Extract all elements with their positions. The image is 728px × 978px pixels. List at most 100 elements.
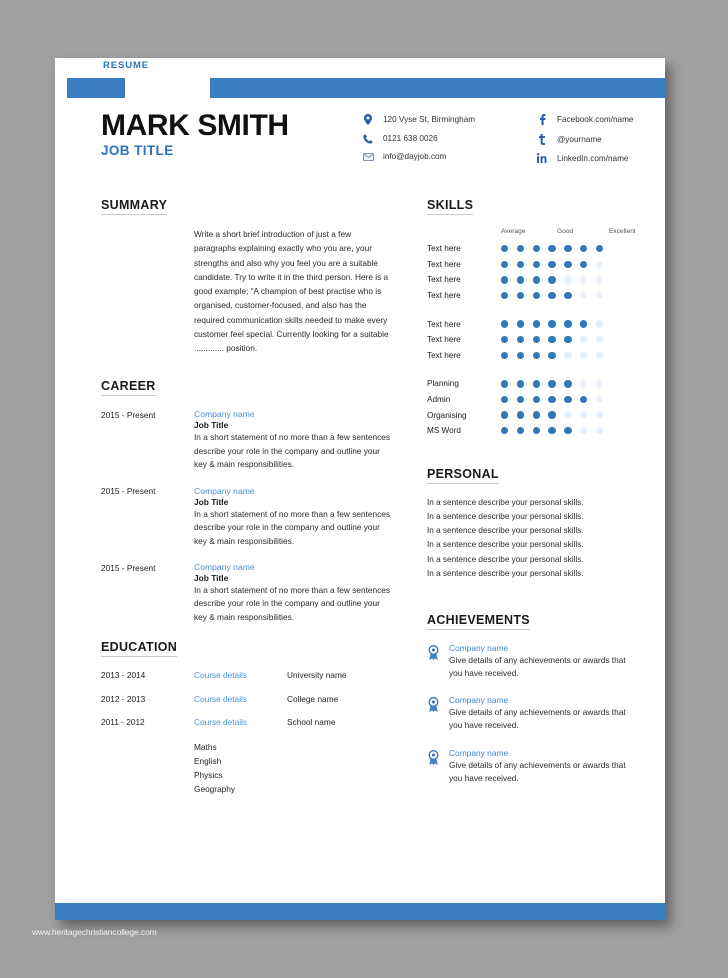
skill-dot [548,260,556,269]
summary-body: Write a short brief introduction of just… [194,229,389,354]
career-company: Company name [194,409,255,420]
contact-address: 120 Vyse St, Birmingham [362,114,512,125]
skill-dot [501,411,509,419]
skill-dot [579,320,588,328]
skill-dot [595,411,604,419]
personal-line: In a sentence describe your personal ski… [427,568,584,578]
achievement-company: Company name [449,695,509,706]
career-detail: Company name Job Title In a short statemen… [194,486,391,548]
personal-line: In a sentence describe your personal ski… [427,540,584,550]
skills-group-gap [427,303,632,316]
career-item: 2015 - Present Company name Job Title In a … [101,486,391,548]
contact-twitter[interactable]: @yourname [536,133,633,145]
skill-dot [564,395,572,404]
banner-segment-left [67,78,125,98]
education-date: 2011 - 2012 [101,717,145,728]
career-list: 2015 - Present Company name Job Title In a … [101,409,391,624]
skill-dot [516,351,525,360]
contact-email: info@dayjob.com [362,152,512,161]
skill-dot [579,291,588,300]
award-ribbon-icon [427,748,440,785]
skill-dot [595,427,604,435]
education-course[interactable]: Course details [194,670,287,680]
top-banner-bar [55,78,665,98]
skill-rating [501,336,604,344]
skill-rating [501,411,604,419]
skill-rating [501,291,604,300]
education-institution: University name [287,670,347,681]
award-ribbon-icon [427,643,440,680]
skill-dot [548,336,556,344]
left-column: SUMMARY Write a short brief introduction… [101,196,391,803]
skill-dot [579,260,588,269]
skill-dot [595,260,604,269]
skill-dot [564,291,572,300]
skill-dot [579,395,588,404]
skill-dot [501,320,509,328]
skill-dot [564,411,572,419]
skill-dot [595,336,604,344]
skill-dot [564,260,572,269]
skill-dot [532,260,540,269]
contact-block: 120 Vyse St, Birmingham 0121 638 0026 in… [362,114,662,163]
achievement-item: Company name Give details of any achievem… [427,643,632,680]
achievement-text: Give details of any achievements or awar… [449,707,626,731]
skill-dot [532,320,540,328]
award-ribbon-icon [427,695,440,732]
skill-row: Text here [427,348,632,364]
contact-phone-text: 0121 638 0026 [383,134,438,143]
skill-rating [501,395,604,404]
skill-dot [516,245,525,253]
contact-email-text: info@dayjob.com [383,152,447,161]
skill-dot [532,291,540,300]
education-heading: EDUCATION [101,640,178,658]
skill-dot [532,380,540,388]
skill-dot [595,351,604,360]
education-item: 2011 - 2012 Course details School name [101,717,391,727]
skill-dot [532,411,540,419]
skill-label: MS Word [427,426,461,436]
education-course[interactable]: Course details [194,717,287,727]
contact-facebook[interactable]: Facebook.com/name [536,114,633,125]
skills-legend-label: Excellent [609,228,636,235]
phone-icon [362,133,374,144]
summary-heading: SUMMARY [101,198,168,215]
skill-dot [579,336,588,344]
skill-label: Admin [427,395,451,405]
skill-dot [548,351,556,360]
skill-dot [548,291,556,300]
skill-dot [501,336,509,344]
achievement-detail: Company name Give details of any achievem… [449,748,632,785]
education-institution: School name [287,717,336,728]
skill-dot [532,336,540,344]
skill-dot [532,276,540,284]
personal-line: In a sentence describe your personal ski… [427,554,584,564]
career-detail: Company name Job Title In a short statemen… [194,409,391,471]
skill-dot [579,276,588,284]
skill-row: Text here [427,241,632,257]
career-item: 2015 - Present Company name Job Title In a … [101,409,391,471]
skill-dot [516,320,525,328]
personal-heading: PERSONAL [427,467,499,484]
achievement-text: Give details of any achievements or awar… [449,759,626,783]
skill-dot [516,427,525,435]
screenshot-canvas: RESUME MARK SMITH JOB TITLE 120 Vyse St,… [0,0,728,978]
career-detail: Company name Job Title In a short statemen… [194,562,391,624]
contact-column-social: Facebook.com/name @yourname LinkedIn.com… [536,114,633,163]
skill-dot [548,427,556,435]
skill-dot [595,395,604,404]
career-role: Job Title [194,573,229,584]
career-company: Company name [194,562,255,573]
skill-dot [564,320,572,328]
contact-twitter-text: @yourname [557,134,602,144]
contact-linkedin[interactable]: LinkedIn.com/name [536,153,633,163]
skill-dot [548,276,556,284]
watermark: www.heritagechristiancollege.com [32,927,157,937]
achievements-heading: ACHIEVEMENTS [427,613,530,631]
personal-line: In a sentence describe your personal ski… [427,526,584,536]
skill-label: Text here [427,291,461,301]
education-course[interactable]: Course details [194,694,287,704]
skill-dot [532,427,540,435]
achievement-item: Company name Give details of any achievem… [427,748,632,785]
skill-rating [501,351,604,360]
